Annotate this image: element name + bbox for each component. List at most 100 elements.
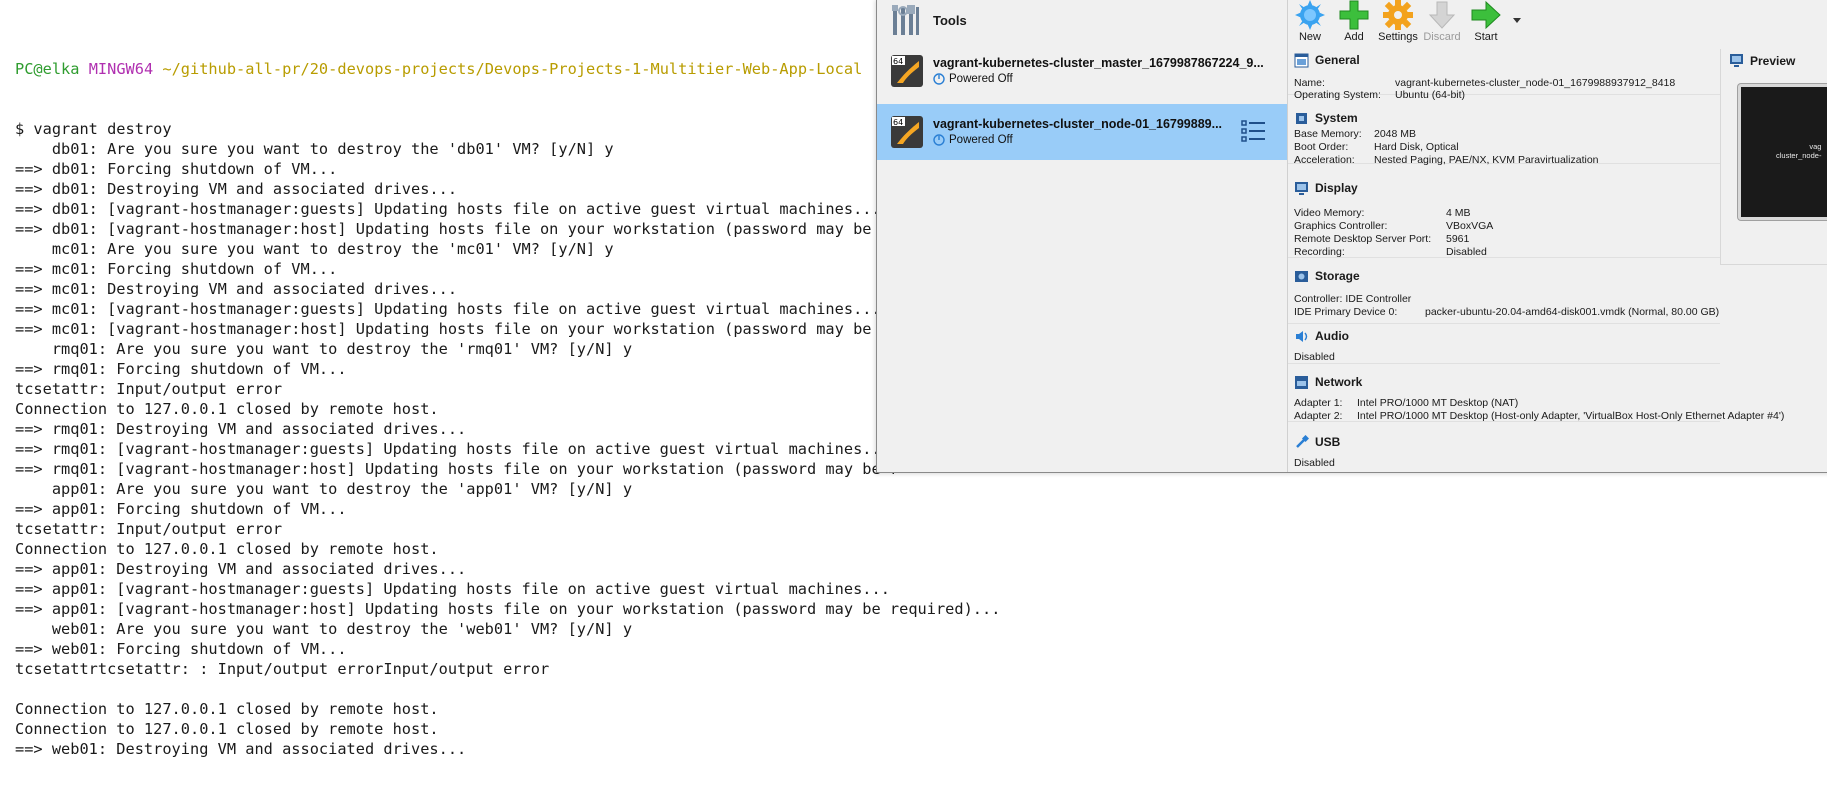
general-header[interactable]: General (1294, 52, 1360, 68)
terminal-line: ==> mc01: Forcing shutdown of VM... (15, 260, 338, 278)
terminal-line: ==> rmq01: Forcing shutdown of VM... (15, 360, 347, 378)
general-icon (1294, 53, 1309, 67)
network-header[interactable]: Network (1294, 374, 1362, 390)
vm-list-panel: Tools 64 vagrant-kubernetes-cluster_mast… (877, 0, 1288, 472)
terminal-line: Connection to 127.0.0.1 closed by remote… (15, 720, 439, 738)
terminal-line: ==> mc01: Destroying VM and associated d… (15, 280, 458, 298)
display-title: Display (1315, 181, 1358, 195)
usb-section: USB Disabled (1288, 429, 1720, 472)
system-section: System Base Memory: 2048 MB Boot Order: Ha… (1288, 107, 1720, 166)
preview-text: vag cluster_node- (1776, 142, 1821, 160)
preview-title: Preview (1750, 53, 1796, 68)
discard-button[interactable]: Discard (1420, 0, 1464, 49)
audio-header[interactable]: Audio (1294, 328, 1349, 344)
terminal-line: ==> db01: [vagrant-hostmanager:guests] U… (15, 200, 881, 218)
tools-label: Tools (933, 13, 967, 28)
vm-ubuntu-64-icon: 64 (891, 55, 923, 87)
field-value: packer-ubuntu-20.04-amd64-disk001.vmdk (… (1425, 306, 1720, 318)
display-monitor-icon (1295, 181, 1308, 195)
settings-button[interactable]: Settings (1376, 0, 1420, 49)
terminal-line: ==> web01: Forcing shutdown of VM... (15, 640, 347, 658)
terminal-line: ==> mc01: [vagrant-hostmanager:host] Upd… (15, 320, 900, 338)
new-label: New (1298, 31, 1321, 43)
field-label: Adapter 1: (1294, 397, 1343, 409)
audio-title: Audio (1315, 329, 1349, 343)
new-button[interactable]: New (1288, 0, 1332, 49)
vm-details-panel: New Add Settings Discard Start General N… (1288, 0, 1827, 472)
storage-header[interactable]: Storage (1294, 268, 1360, 284)
general-name-row: Name: vagrant-kubernetes-cluster_node-01_… (1294, 77, 1675, 89)
storage-controller: Controller: IDE Controller (1294, 293, 1412, 305)
general-title: General (1315, 53, 1360, 67)
start-dropdown-arrow-icon[interactable] (1512, 15, 1522, 25)
preview-line: cluster_node- (1776, 151, 1822, 160)
details-pane: General Name: vagrant-kubernetes-cluster_… (1288, 49, 1784, 472)
vm-item-menu-icon[interactable] (1241, 118, 1267, 144)
vm-name: vagrant-kubernetes-cluster_master_167998… (933, 56, 1264, 70)
system-memory-row: Base Memory: 2048 MB (1294, 128, 1416, 140)
preview-header[interactable]: Preview (1729, 53, 1795, 68)
terminal-line: app01: Are you sure you want to destroy … (15, 480, 633, 498)
field-value: Hard Disk, Optical (1374, 141, 1459, 153)
field-value: Intel PRO/1000 MT Desktop (NAT) (1357, 397, 1519, 409)
terminal-line: ==> db01: Destroying VM and associated d… (15, 180, 458, 198)
add-icon (1339, 0, 1369, 30)
add-button[interactable]: Add (1332, 0, 1376, 49)
field-label: Acceleration: (1294, 154, 1355, 166)
usb-header[interactable]: USB (1294, 434, 1340, 450)
prompt-user: PC@elka (15, 60, 80, 78)
display-rdp-row: Remote Desktop Server Port: 5961 (1294, 233, 1469, 245)
general-os-row: Operating System: Ubuntu (64-bit) (1294, 89, 1465, 101)
storage-disk-icon (1295, 270, 1308, 282)
terminal-line: ==> app01: [vagrant-hostmanager:host] Up… (15, 600, 1001, 618)
audio-section: Audio Disabled (1288, 323, 1720, 364)
terminal-line: ==> app01: [vagrant-hostmanager:guests] … (15, 580, 890, 598)
usb-icon (1296, 434, 1309, 448)
tools-icon (892, 5, 919, 35)
prompt-system: MINGW64 (88, 60, 154, 78)
vm-list-item-selected[interactable]: 64 vagrant-kubernetes-cluster_node-01_16… (877, 104, 1287, 160)
field-value: VBoxVGA (1446, 220, 1494, 232)
vm-state: Powered Off (933, 134, 1013, 146)
system-header[interactable]: System (1294, 110, 1358, 126)
network-title: Network (1315, 375, 1363, 389)
network-adapter2-row: Adapter 2: Intel PRO/1000 MT Desktop (Hos… (1294, 410, 1784, 422)
display-header[interactable]: Display (1294, 180, 1358, 196)
add-label: Add (1344, 31, 1364, 43)
terminal-line: tcsetattrtcsetattr: : Input/output error… (15, 660, 550, 678)
network-icon (1295, 375, 1308, 389)
virtualbox-manager-window[interactable]: Tools 64 vagrant-kubernetes-cluster_mast… (876, 0, 1827, 473)
storage-device-row: IDE Primary Device 0: packer-ubuntu-20.04… (1294, 306, 1719, 318)
field-label: Graphics Controller: (1294, 220, 1388, 232)
vm-state-label: Powered Off (949, 134, 1013, 146)
terminal-line: ==> web01: Destroying VM and associated … (15, 740, 467, 758)
vm-list-item[interactable]: 64 vagrant-kubernetes-cluster_master_167… (877, 43, 1287, 99)
preview-monitor-icon (1730, 54, 1743, 67)
start-button[interactable]: Start (1464, 0, 1508, 49)
display-rec-row: Recording: Disabled (1294, 246, 1487, 258)
terminal-line: ==> rmq01: [vagrant-hostmanager:guests] … (15, 440, 890, 458)
start-arrow-icon (1471, 0, 1501, 30)
system-boot-row: Boot Order: Hard Disk, Optical (1294, 141, 1459, 153)
start-label: Start (1474, 31, 1498, 43)
field-label: Boot Order: (1294, 141, 1349, 153)
terminal-line: Connection to 127.0.0.1 closed by remote… (15, 400, 439, 418)
terminal-prompt: PC@elka MINGW64 ~/github-all-pr/20-devop… (15, 59, 1000, 79)
terminal-line: Connection to 127.0.0.1 closed by remote… (15, 700, 439, 718)
field-value: vagrant-kubernetes-cluster_node-01_16799… (1395, 77, 1676, 89)
discard-arrow-icon (1428, 1, 1456, 29)
terminal-line: web01: Are you sure you want to destroy … (15, 620, 633, 638)
preview-screen: vag cluster_node- (1738, 84, 1827, 220)
settings-gear-icon (1383, 0, 1413, 30)
terminal-line: ==> mc01: [vagrant-hostmanager:guests] U… (15, 300, 881, 318)
terminal-line: ==> rmq01: Destroying VM and associated … (15, 420, 467, 438)
tools-item[interactable]: Tools (877, 0, 1287, 43)
storage-title: Storage (1315, 269, 1360, 283)
field-value: 4 MB (1446, 207, 1471, 219)
discard-label: Discard (1423, 31, 1461, 43)
terminal-line: ==> app01: Destroying VM and associated … (15, 560, 467, 578)
terminal-line: ==> rmq01: [vagrant-hostmanager:host] Up… (15, 460, 900, 478)
field-value: Nested Paging, PAE/NX, KVM Paravirtualiz… (1374, 154, 1599, 166)
svg-text:64: 64 (893, 57, 903, 66)
